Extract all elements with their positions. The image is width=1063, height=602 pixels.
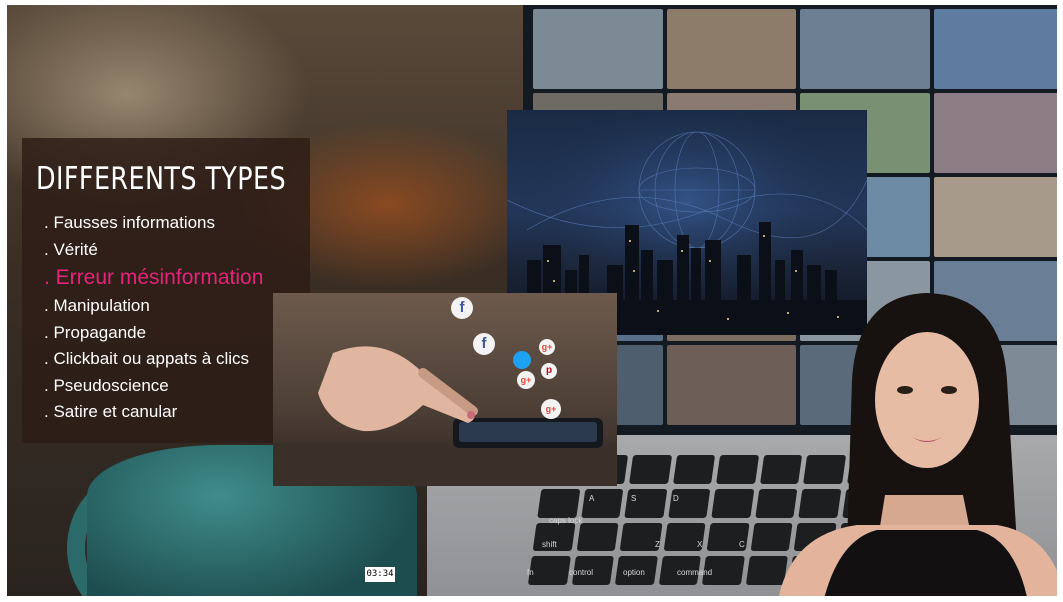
video-frame[interactable]: caps lock A S D shift Z X C fn control o… <box>7 5 1057 596</box>
facebook-icon: f <box>451 297 473 319</box>
key-label: shift <box>542 540 557 549</box>
pinterest-icon: p <box>541 363 557 379</box>
smartphone-social-image: f f g+ p g+ g+ <box>273 293 617 486</box>
key-label: A <box>589 494 595 503</box>
key-label: Z <box>655 540 660 549</box>
facebook-icon: f <box>473 333 495 355</box>
participant-tile <box>933 93 1057 173</box>
participant-tile <box>800 9 930 89</box>
list-item: . Pseudoscience <box>44 375 169 395</box>
list-item-highlighted: . Erreur mésinformation <box>44 266 264 289</box>
google-plus-icon: g+ <box>541 399 561 419</box>
presenter <box>767 285 1057 596</box>
presenter-illustration <box>778 293 1057 596</box>
key-label: caps lock <box>549 516 583 525</box>
types-panel: DIFFERENTS TYPES . Fausses informations … <box>22 138 310 443</box>
list-item: . Propagande <box>44 322 147 342</box>
twitter-icon <box>513 351 531 369</box>
list-item: . Fausses informations <box>44 213 216 232</box>
key-label: command <box>677 568 712 577</box>
key-label: S <box>631 494 636 503</box>
key-label: fn <box>527 568 534 577</box>
participant-tile <box>933 177 1057 257</box>
key-label: control <box>569 568 593 577</box>
participant-tile <box>533 9 663 89</box>
list-item: . Vérité <box>44 239 98 259</box>
key-label: D <box>673 494 679 503</box>
face <box>875 332 979 468</box>
google-plus-icon: g+ <box>517 371 535 389</box>
google-plus-icon: g+ <box>539 339 555 355</box>
participant-tile <box>666 9 796 89</box>
types-list: . Fausses informations . Vérité . Erreur… <box>44 210 263 426</box>
key-label: X <box>697 540 703 549</box>
phone-illustration <box>273 346 617 486</box>
participant-tile <box>933 9 1057 89</box>
list-item: . Clickbait ou appats à clics <box>44 349 250 368</box>
list-item: . Manipulation <box>44 296 150 315</box>
panel-title: DIFFERENTS TYPES <box>36 161 287 197</box>
list-item: . Satire et canular <box>44 402 178 421</box>
video-timecode: 03:34 <box>365 567 395 582</box>
key-label: option <box>623 568 645 577</box>
key-label: C <box>739 540 745 549</box>
